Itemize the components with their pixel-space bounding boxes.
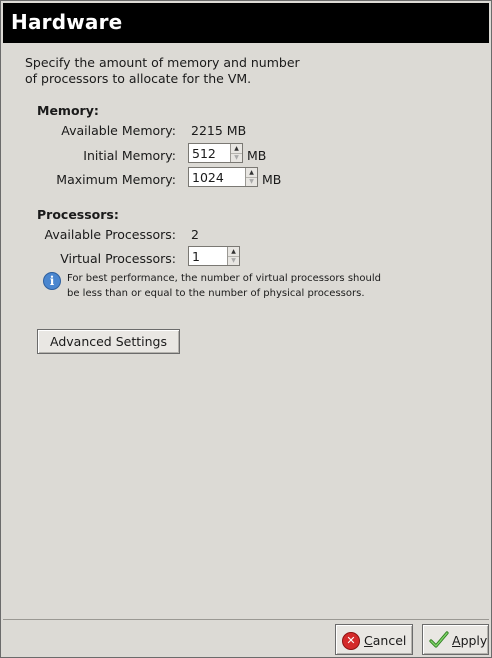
processor-hint-line-2: be less than or equal to the number of p…: [67, 288, 365, 299]
apply-label: Apply: [452, 633, 487, 648]
memory-section-label: Memory:: [37, 103, 99, 118]
apply-mnemonic: A: [452, 633, 461, 648]
checkmark-icon: [429, 631, 449, 648]
maximum-memory-spinbox[interactable]: ▲ ▼: [188, 167, 258, 187]
processor-hint-line-1: For best performance, the number of virt…: [67, 273, 381, 284]
processors-section-label: Processors:: [37, 207, 119, 222]
cancel-label: Cancel: [364, 633, 406, 648]
cancel-label-rest: ancel: [372, 633, 407, 648]
virtual-processors-spin-buttons: ▲ ▼: [227, 247, 239, 265]
virtual-processors-label: Virtual Processors:: [60, 251, 176, 266]
title-bar: Hardware: [3, 3, 489, 43]
virtual-processors-spinbox[interactable]: ▲ ▼: [188, 246, 240, 266]
available-processors-value: 2: [191, 227, 199, 242]
processor-hint-text: For best performance, the number of virt…: [67, 271, 381, 301]
hardware-panel: Specify the amount of memory and number …: [3, 43, 489, 620]
initial-memory-spinbox[interactable]: ▲ ▼: [188, 143, 243, 163]
cancel-icon: ✕: [342, 632, 360, 650]
initial-memory-unit: MB: [247, 148, 267, 163]
description-line-2: of processors to allocate for the VM.: [25, 71, 252, 86]
spin-down-arrow-icon[interactable]: ▼: [231, 153, 242, 162]
available-memory-value: 2215 MB: [191, 123, 247, 138]
initial-memory-label: Initial Memory:: [83, 148, 176, 163]
initial-memory-spin-buttons: ▲ ▼: [230, 144, 242, 162]
maximum-memory-spin-buttons: ▲ ▼: [245, 168, 257, 186]
description-line-1: Specify the amount of memory and number: [25, 55, 300, 70]
dialog-title: Hardware: [11, 10, 123, 34]
apply-label-rest: pply: [460, 633, 488, 648]
cancel-mnemonic: C: [364, 633, 373, 648]
maximum-memory-unit: MB: [262, 172, 282, 187]
advanced-settings-label: Advanced Settings: [50, 334, 167, 349]
initial-memory-input[interactable]: [189, 144, 232, 162]
info-icon: i: [43, 272, 61, 290]
spin-down-arrow-icon[interactable]: ▼: [228, 256, 239, 265]
cancel-button[interactable]: ✕ Cancel: [335, 624, 413, 655]
available-memory-label: Available Memory:: [61, 123, 176, 138]
maximum-memory-input[interactable]: [189, 168, 247, 186]
spin-down-arrow-icon[interactable]: ▼: [246, 177, 257, 186]
available-processors-label: Available Processors:: [44, 227, 176, 242]
description-text: Specify the amount of memory and number …: [25, 55, 300, 87]
maximum-memory-label: Maximum Memory:: [56, 172, 176, 187]
apply-button[interactable]: Apply: [422, 624, 489, 655]
virtual-processors-input[interactable]: [189, 247, 229, 265]
advanced-settings-button[interactable]: Advanced Settings: [37, 329, 180, 354]
hardware-dialog: Hardware Specify the amount of memory an…: [0, 0, 492, 658]
